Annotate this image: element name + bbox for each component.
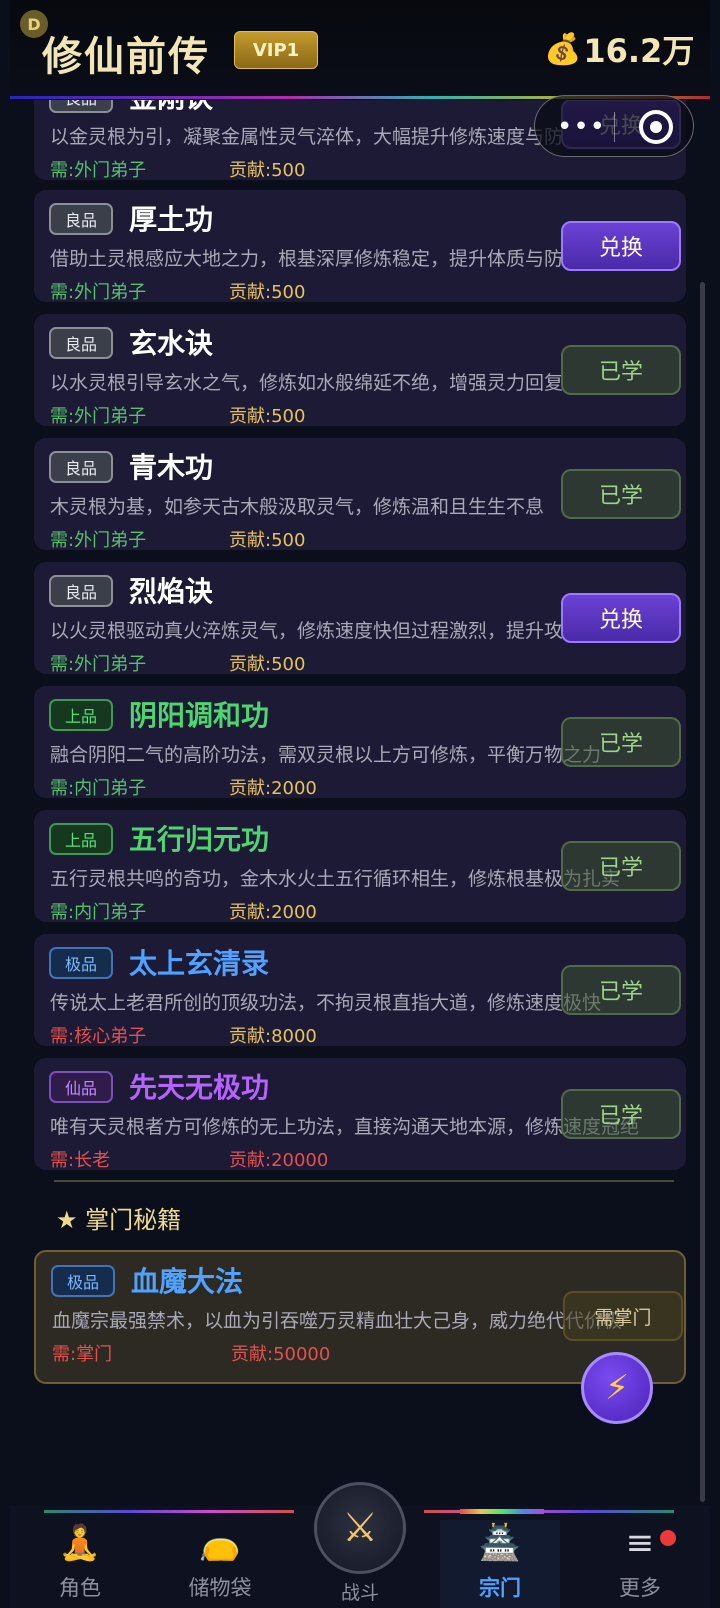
app-title: 修仙前传 — [42, 34, 210, 80]
contribution-cost: 贡献:20000 — [229, 1150, 329, 1171]
exchange-button[interactable]: 兑换 — [561, 593, 681, 643]
exchange-button[interactable]: 兑换 — [561, 221, 681, 271]
vip-badge[interactable]: VIP1 — [234, 31, 318, 69]
requirement: 需:外门弟子 — [50, 406, 147, 427]
technique-name: 玄水诀 — [129, 327, 214, 360]
contribution-cost: 贡献:2000 — [229, 902, 317, 923]
nav-label: 更多 — [619, 1576, 661, 1600]
grade-badge: 仙品 — [49, 1071, 113, 1103]
miniprogram-capsule: ••• — [534, 95, 694, 157]
nav-item-character[interactable]: 🧘 角色 — [20, 1520, 140, 1608]
grade-badge: 上品 — [49, 823, 113, 855]
nav-label: 角色 — [59, 1576, 101, 1600]
technique-name: 先天无极功 — [129, 1071, 270, 1104]
grade-badge: 良品 — [49, 451, 113, 483]
nav-item-more[interactable]: ≡ 更多 — [580, 1520, 700, 1608]
nav-divider-left — [44, 1510, 294, 1513]
technique-name: 青木功 — [129, 451, 214, 484]
money-bag-icon: 💰 — [544, 31, 582, 67]
menu-icon: ≡ — [625, 1523, 655, 1563]
learned-button: 已学 — [561, 345, 681, 395]
locked-button: 需掌门 — [563, 1291, 683, 1341]
requirement: 需:外门弟子 — [50, 530, 147, 551]
pavilion-icon: 🏯 — [478, 1523, 522, 1563]
currency-amount: 16.2万 — [583, 32, 695, 70]
requirement: 需:核心弟子 — [50, 1026, 147, 1047]
crossed-swords-icon[interactable]: ⚔ — [314, 1482, 406, 1574]
lightning-icon[interactable]: ⚡ — [581, 1352, 653, 1424]
contribution-cost: 贡献:500 — [229, 282, 306, 303]
requirement: 需:外门弟子 — [50, 654, 147, 675]
technique-card: 良品 厚土功 借助土灵根感应大地之力，根基深厚修炼稳定，提升体质与防御 需:外门… — [34, 190, 686, 303]
more-options-icon[interactable]: ••• — [557, 112, 606, 142]
requirement: 需:外门弟子 — [50, 160, 147, 181]
contribution-cost: 贡献:8000 — [229, 1026, 317, 1047]
technique-name: 厚土功 — [129, 203, 214, 236]
technique-card: 良品 烈焰诀 以火灵根驱动真火淬炼灵气，修炼速度快但过程激烈，提升攻击力 需:外… — [34, 562, 686, 675]
learned-button: 已学 — [561, 1089, 681, 1139]
contribution-cost: 贡献:500 — [229, 654, 306, 675]
requirement: 需:内门弟子 — [50, 902, 147, 923]
currency-display: 💰 16.2万 — [544, 26, 694, 72]
meditation-icon: 🧘 — [58, 1523, 102, 1563]
technique-name: 血魔大法 — [131, 1265, 244, 1298]
nav-label: 储物袋 — [188, 1576, 252, 1600]
close-target-icon[interactable] — [639, 110, 673, 144]
master-technique-card: 极品 血魔大法 血魔宗最强禁术，以血为引吞噬万灵精血壮大己身，威力绝代代价极 需… — [34, 1250, 686, 1384]
grade-badge: 极品 — [51, 1265, 115, 1297]
notification-dot — [660, 1530, 676, 1546]
technique-card: 极品 太上玄清录 传说太上老君所创的顶级功法，不拘灵根直指大道，修炼速度极快 需… — [34, 934, 686, 1047]
technique-name: 金刚诀 — [129, 100, 213, 116]
scrollbar[interactable] — [700, 282, 705, 1502]
technique-name: 太上玄清录 — [129, 947, 270, 980]
requirement: 需:长老 — [50, 1150, 111, 1171]
technique-name: 烈焰诀 — [129, 575, 214, 608]
grade-badge: 极品 — [49, 947, 113, 979]
nav-label: 战斗 — [340, 1582, 379, 1604]
nav-label: 宗门 — [479, 1576, 521, 1600]
capsule-divider — [614, 112, 615, 142]
grade-badge: 上品 — [49, 699, 113, 731]
requirement: 需:外门弟子 — [50, 282, 147, 303]
technique-list[interactable]: 良品 金刚诀 以金灵根为引，凝聚金属性灵气淬体，大幅提升修炼速度与防御 需:外门… — [10, 100, 710, 1506]
contribution-cost: 贡献:500 — [229, 160, 306, 181]
grade-badge: 良品 — [49, 327, 113, 359]
learned-button: 已学 — [561, 965, 681, 1015]
requirement: 需:内门弟子 — [50, 778, 147, 799]
learned-button: 已学 — [561, 841, 681, 891]
requirement: 需:掌门 — [52, 1344, 113, 1365]
technique-name: 五行归元功 — [129, 823, 270, 856]
contribution-cost: 贡献:2000 — [229, 778, 317, 799]
contribution-cost: 贡献:500 — [229, 530, 306, 551]
grade-badge: 良品 — [49, 203, 113, 235]
section-divider — [54, 1180, 674, 1182]
section-title: ★ 掌门秘籍 — [56, 1206, 182, 1234]
technique-card: 上品 阴阳调和功 融合阴阳二气的高阶功法，需双灵根以上方可修炼，平衡万物之力 需… — [34, 686, 686, 799]
learned-button: 已学 — [561, 469, 681, 519]
nav-item-sect[interactable]: 🏯 宗门 — [440, 1520, 560, 1608]
active-tab-indicator — [460, 1509, 544, 1514]
grade-badge: 良品 — [49, 575, 113, 607]
contribution-cost: 贡献:500 — [229, 406, 306, 427]
grade-badge: 良品 — [49, 100, 113, 113]
learned-button: 已学 — [561, 717, 681, 767]
technique-name: 阴阳调和功 — [129, 699, 270, 732]
nav-item-bag[interactable]: 👝 储物袋 — [160, 1520, 280, 1608]
bag-icon: 👝 — [198, 1523, 242, 1563]
technique-card: 良品 青木功 木灵根为基，如参天古木般汲取灵气，修炼温和且生生不息 需:外门弟子… — [34, 438, 686, 551]
technique-card: 良品 玄水诀 以水灵根引导玄水之气，修炼如水般绵延不绝，增强灵力回复 需:外门弟… — [34, 314, 686, 427]
technique-card: 上品 五行归元功 五行灵根共鸣的奇功，金木水火土五行循环相生，修炼根基极为扎实 … — [34, 810, 686, 923]
contribution-cost: 贡献:50000 — [231, 1344, 331, 1365]
technique-card: 仙品 先天无极功 唯有天灵根者方可修炼的无上功法，直接沟通天地本源，修炼速度冠绝… — [34, 1058, 686, 1171]
